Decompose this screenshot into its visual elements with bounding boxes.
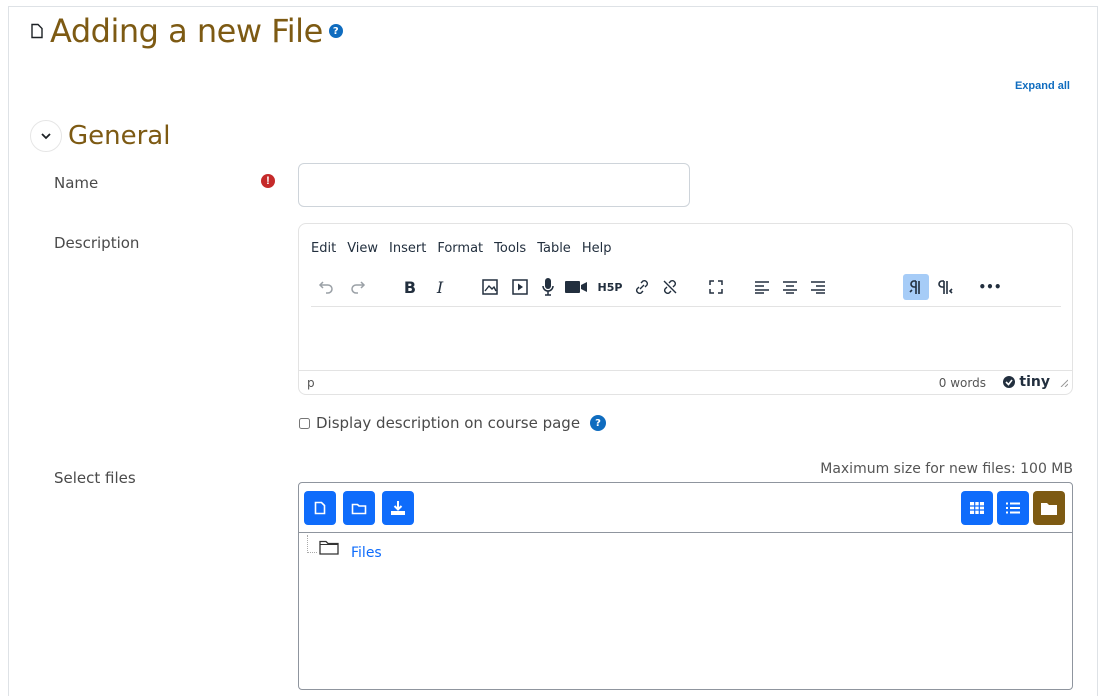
tiny-brand-icon	[1003, 376, 1016, 388]
ltr-button[interactable]	[903, 274, 929, 300]
menu-insert[interactable]: Insert	[389, 241, 426, 256]
name-label: Name	[54, 174, 99, 192]
help-icon[interactable]: ?	[590, 415, 607, 431]
more-button[interactable]: •••	[977, 274, 1003, 300]
tree-view-button[interactable]	[1033, 491, 1065, 525]
italic-icon: I	[436, 277, 444, 297]
folder-icon	[319, 540, 339, 555]
record-audio-icon	[542, 278, 554, 296]
fullscreen-icon	[709, 280, 723, 294]
resize-handle-icon[interactable]	[1060, 379, 1068, 387]
file-manager: Files	[298, 482, 1073, 690]
image-button[interactable]	[477, 274, 503, 300]
link-button[interactable]	[629, 274, 655, 300]
menu-tools[interactable]: Tools	[494, 241, 526, 256]
align-center-button[interactable]	[777, 274, 803, 300]
h5p-icon: H5P	[597, 280, 623, 294]
file-tree: Files	[299, 533, 1072, 689]
tiny-brand-label: tiny	[1019, 374, 1050, 390]
media-icon	[512, 279, 528, 295]
file-icon	[31, 23, 43, 39]
image-icon	[482, 279, 498, 295]
description-editor: Edit View Insert Format Tools Table Help…	[298, 223, 1073, 395]
display-description-label[interactable]: Display description on course page	[316, 414, 580, 432]
undo-button[interactable]	[313, 274, 339, 300]
fullscreen-button[interactable]	[703, 274, 729, 300]
align-right-icon	[811, 281, 825, 294]
italic-button[interactable]: I	[427, 274, 453, 300]
redo-button[interactable]	[345, 274, 371, 300]
align-left-button[interactable]	[749, 274, 775, 300]
list-view-icon	[1006, 502, 1020, 514]
more-icon: •••	[978, 280, 1002, 294]
menu-format[interactable]: Format	[437, 241, 483, 256]
editor-menubar: Edit View Insert Format Tools Table Help	[311, 241, 611, 256]
record-video-button[interactable]	[561, 274, 591, 300]
tree-view-icon	[1041, 502, 1057, 515]
download-icon	[391, 501, 405, 515]
record-audio-button[interactable]	[535, 274, 561, 300]
grid-view-button[interactable]	[961, 491, 993, 525]
ltr-icon	[909, 280, 920, 294]
tree-connector	[307, 535, 317, 553]
chevron-down-icon	[41, 133, 51, 140]
display-description-checkbox[interactable]	[299, 417, 310, 429]
file-manager-toolbar	[299, 483, 1072, 533]
h5p-button[interactable]: H5P	[595, 274, 625, 300]
create-folder-button[interactable]	[343, 491, 375, 525]
word-count[interactable]: 0 words	[939, 376, 986, 390]
element-path[interactable]: p	[307, 376, 315, 390]
add-file-button[interactable]	[304, 491, 336, 525]
required-icon: !	[261, 174, 275, 188]
tiny-logo[interactable]: tiny	[1002, 374, 1050, 390]
tree-root-files[interactable]: Files	[351, 545, 382, 561]
rtl-button[interactable]	[933, 274, 959, 300]
page-heading: Adding a new File	[50, 12, 323, 50]
align-left-icon	[755, 281, 769, 294]
create-folder-icon	[351, 503, 367, 514]
download-all-button[interactable]	[382, 491, 414, 525]
name-input[interactable]	[298, 163, 690, 207]
bold-icon: B	[403, 277, 417, 297]
grid-view-icon	[970, 502, 984, 514]
description-textarea[interactable]	[300, 314, 1071, 370]
redo-icon	[351, 281, 366, 294]
menu-edit[interactable]: Edit	[311, 241, 336, 256]
unlink-icon	[663, 280, 677, 294]
unlink-button[interactable]	[657, 274, 683, 300]
page-title: Adding a new File ?	[30, 12, 343, 50]
media-button[interactable]	[507, 274, 533, 300]
record-video-icon	[565, 281, 587, 293]
editor-toolbar: B I H5P •••	[311, 271, 1061, 307]
section-general: General	[30, 120, 170, 152]
undo-icon	[318, 281, 333, 294]
section-toggle-button[interactable]	[30, 120, 62, 152]
add-file-icon	[314, 501, 326, 515]
rtl-icon	[938, 280, 953, 294]
align-center-icon	[783, 281, 797, 294]
list-view-button[interactable]	[997, 491, 1029, 525]
select-files-label: Select files	[54, 469, 136, 487]
bold-button[interactable]: B	[397, 274, 423, 300]
editor-statusbar: p 0 words tiny	[299, 370, 1072, 394]
max-size-text: Maximum size for new files: 100 MB	[820, 461, 1073, 477]
display-description-row: Display description on course page ?	[299, 414, 607, 432]
align-right-button[interactable]	[805, 274, 831, 300]
help-icon[interactable]: ?	[328, 24, 343, 38]
link-icon	[636, 280, 648, 294]
menu-help[interactable]: Help	[582, 241, 612, 256]
menu-view[interactable]: View	[347, 241, 378, 256]
menu-table[interactable]: Table	[537, 241, 571, 256]
section-title: General	[68, 121, 171, 151]
expand-all-link[interactable]: Expand all	[1015, 80, 1070, 92]
description-label: Description	[54, 234, 140, 252]
